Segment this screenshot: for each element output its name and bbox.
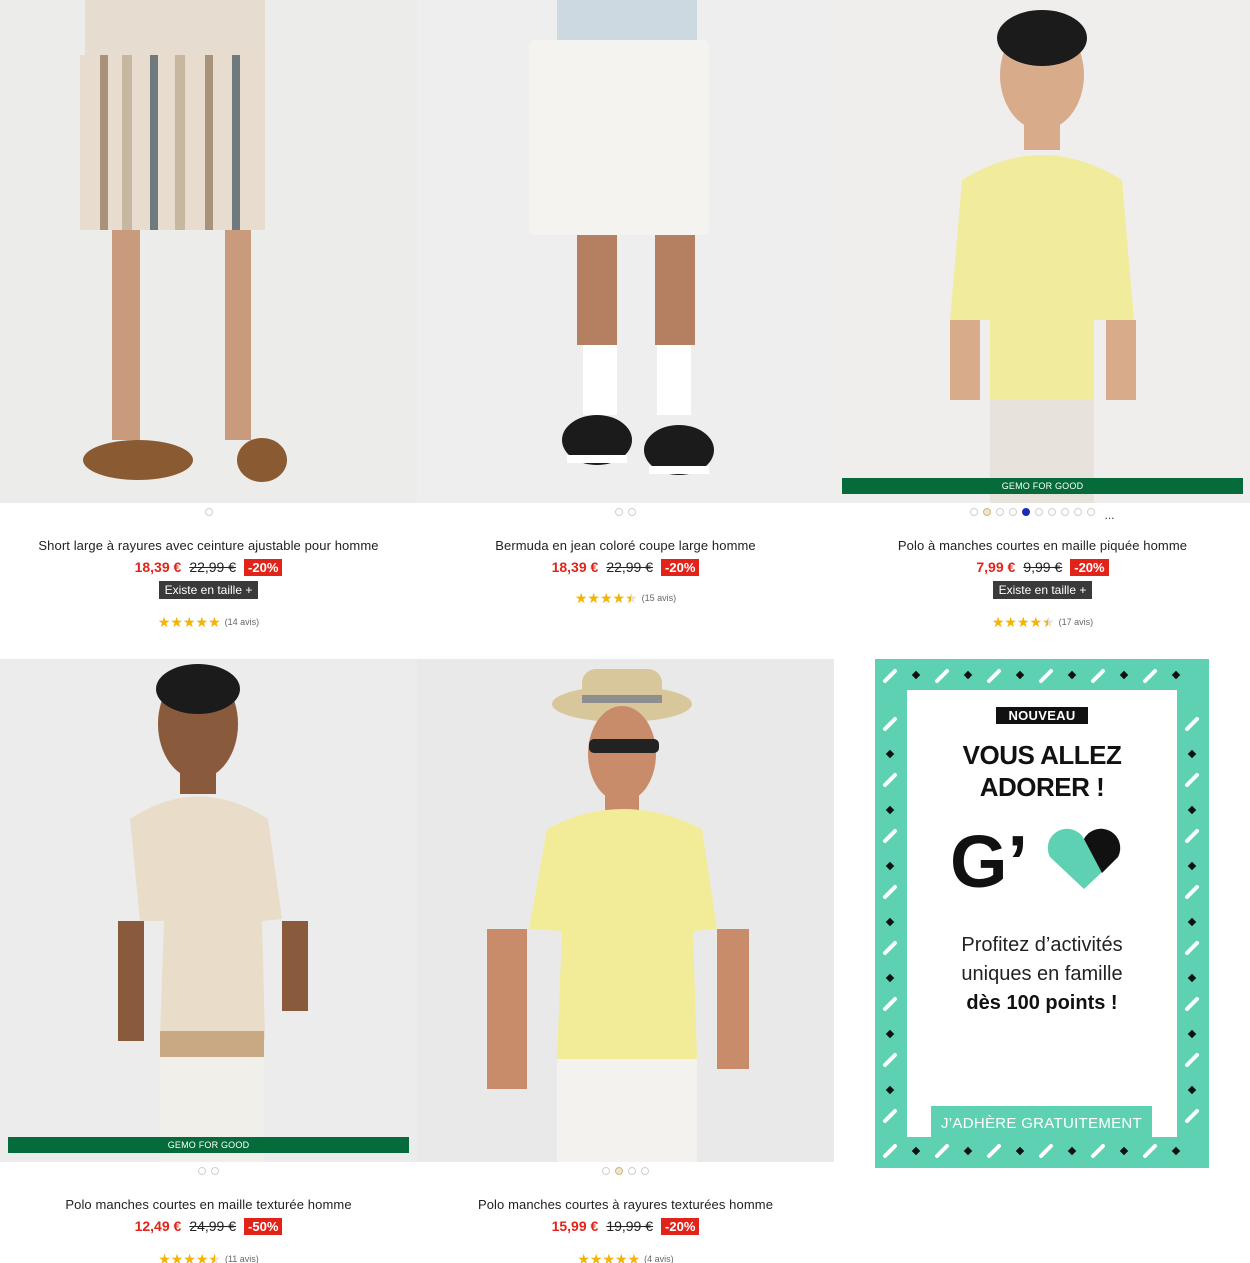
color-swatches	[0, 505, 417, 519]
current-price: 18,39 €	[134, 559, 182, 575]
promo-text: Profitez d’activités uniques en famille …	[907, 931, 1177, 1018]
color-swatch[interactable]	[198, 1167, 206, 1175]
product-card[interactable]: GEMO FOR GOOD Polo manches courtes en ma…	[0, 659, 417, 1263]
current-price: 18,39 €	[551, 559, 599, 575]
color-swatch[interactable]	[628, 1167, 636, 1175]
gemo-for-good-badge: GEMO FOR GOOD	[842, 478, 1243, 494]
color-swatch[interactable]	[211, 1167, 219, 1175]
price-row: 7,99 € 9,99 € -20%	[834, 557, 1250, 577]
review-count: (14 avis)	[224, 617, 260, 627]
discount-badge: -20%	[661, 1217, 700, 1235]
color-swatches	[0, 1164, 417, 1178]
discount-badge: -20%	[244, 558, 283, 576]
promo-text-line-2: uniques en famille	[961, 963, 1123, 985]
price-row: 18,39 € 22,99 € -20%	[417, 557, 834, 577]
current-price: 12,49 €	[134, 1218, 182, 1234]
color-swatch[interactable]	[1074, 508, 1083, 516]
size-availability-button[interactable]: Existe en taille +	[158, 581, 259, 599]
review-count: (15 avis)	[641, 593, 677, 603]
promo-headline: VOUS ALLEZ ADORER !	[907, 739, 1177, 803]
rating: ★★★★★ ★★★★★ (14 avis)	[0, 615, 417, 629]
color-swatch[interactable]	[1048, 508, 1057, 516]
product-title[interactable]: Polo manches courtes en maille texturée …	[0, 1197, 417, 1212]
product-title[interactable]: Short large à rayures avec ceinture ajus…	[0, 538, 417, 553]
price-row: 18,39 € 22,99 € -20%	[0, 557, 417, 577]
rating: ★★★★★★★★★★ (15 avis)	[417, 591, 834, 605]
rating: ★★★★★★★★★★ (11 avis)	[0, 1252, 417, 1263]
discount-badge: -20%	[1070, 558, 1109, 576]
promo-content: NOUVEAU VOUS ALLEZ ADORER ! G’ Profitez …	[907, 690, 1177, 1141]
old-price: 24,99 €	[189, 1218, 237, 1234]
promo-logo-text: G’	[950, 821, 1028, 895]
color-swatch[interactable]	[996, 508, 1005, 516]
product-image[interactable]: GEMO FOR GOOD	[0, 659, 417, 1162]
color-swatch-active[interactable]	[615, 1167, 623, 1175]
star-rating-icon: ★★★★★★★★★★	[991, 614, 1055, 630]
gemo-for-good-badge: GEMO FOR GOOD	[8, 1137, 409, 1153]
color-swatch[interactable]	[204, 508, 213, 516]
promo-text-line-3: dès 100 points !	[966, 992, 1118, 1014]
color-swatch[interactable]	[1035, 508, 1044, 516]
promo-headline-line-2: ADORER !	[979, 772, 1105, 802]
product-title[interactable]: Polo à manches courtes en maille piquée …	[834, 538, 1250, 553]
product-photo-shorts-striped	[0, 0, 417, 503]
color-swatches	[417, 1164, 834, 1178]
product-title[interactable]: Bermuda en jean coloré coupe large homme	[417, 538, 834, 553]
old-price: 9,99 €	[1023, 559, 1063, 575]
g-heart-logo-icon: G’	[907, 820, 1177, 903]
price-row: 15,99 € 19,99 € -20%	[417, 1216, 834, 1236]
color-swatch[interactable]	[628, 508, 636, 516]
star-rating-icon: ★★★★★★★★★★	[574, 590, 638, 606]
color-swatch[interactable]	[641, 1167, 649, 1175]
color-swatches: ...	[834, 505, 1250, 522]
product-title[interactable]: Polo manches courtes à rayures texturées…	[417, 1197, 834, 1212]
product-card[interactable]: Bermuda en jean coloré coupe large homme…	[417, 0, 834, 605]
color-swatch-active[interactable]	[1022, 508, 1031, 516]
new-badge: NOUVEAU	[996, 707, 1088, 724]
color-swatch[interactable]	[1087, 508, 1096, 516]
old-price: 19,99 €	[606, 1218, 654, 1234]
color-swatch[interactable]	[1009, 508, 1018, 516]
discount-badge: -50%	[244, 1217, 283, 1235]
discount-badge: -20%	[661, 558, 700, 576]
product-image[interactable]: GEMO FOR GOOD	[834, 0, 1250, 503]
star-rating-icon: ★★★★★★★★★★	[577, 1251, 641, 1263]
product-card[interactable]: GEMO FOR GOOD ... Polo à manches courtes…	[834, 0, 1250, 629]
product-photo-bermuda-white	[417, 0, 834, 503]
review-count: (17 avis)	[1058, 617, 1094, 627]
product-image[interactable]	[417, 0, 834, 503]
product-image[interactable]	[417, 659, 834, 1162]
size-availability-button[interactable]: Existe en taille +	[992, 581, 1093, 599]
star-rating-icon: ★★★★★★★★★★	[157, 614, 221, 630]
star-rating-icon: ★★★★★★★★★★	[158, 1251, 221, 1263]
promo-headline-line-1: VOUS ALLEZ	[962, 740, 1122, 770]
loyalty-promo-banner[interactable]: NOUVEAU VOUS ALLEZ ADORER ! G’ Profitez …	[875, 659, 1209, 1168]
color-swatches	[417, 505, 834, 519]
review-count: (4 avis)	[644, 1254, 674, 1263]
rating: ★★★★★★★★★★ (17 avis)	[834, 615, 1250, 629]
product-photo-polo-yellow	[834, 0, 1250, 503]
more-colors[interactable]: ...	[1104, 508, 1114, 522]
color-swatch[interactable]	[970, 508, 979, 516]
product-image[interactable]	[0, 0, 417, 503]
price-row: 12,49 € 24,99 € -50%	[0, 1216, 417, 1236]
product-card[interactable]: Polo manches courtes à rayures texturées…	[417, 659, 834, 1263]
old-price: 22,99 €	[189, 559, 237, 575]
product-card[interactable]: Short large à rayures avec ceinture ajus…	[0, 0, 417, 629]
review-count: (11 avis)	[224, 1254, 259, 1263]
color-swatch[interactable]	[983, 508, 992, 516]
promo-text-line-1: Profitez d’activités	[961, 934, 1123, 956]
product-photo-polo-striped-yellow	[417, 659, 834, 1162]
color-swatch[interactable]	[602, 1167, 610, 1175]
join-free-button[interactable]: J’ADHÈRE GRATUITEMENT	[931, 1106, 1152, 1141]
product-photo-polo-knit-beige	[0, 659, 417, 1162]
current-price: 15,99 €	[551, 1218, 599, 1234]
rating: ★★★★★ ★★★★★ (4 avis)	[417, 1252, 834, 1263]
color-swatch[interactable]	[1061, 508, 1070, 516]
color-swatch[interactable]	[615, 508, 623, 516]
current-price: 7,99 €	[976, 559, 1016, 575]
old-price: 22,99 €	[606, 559, 654, 575]
